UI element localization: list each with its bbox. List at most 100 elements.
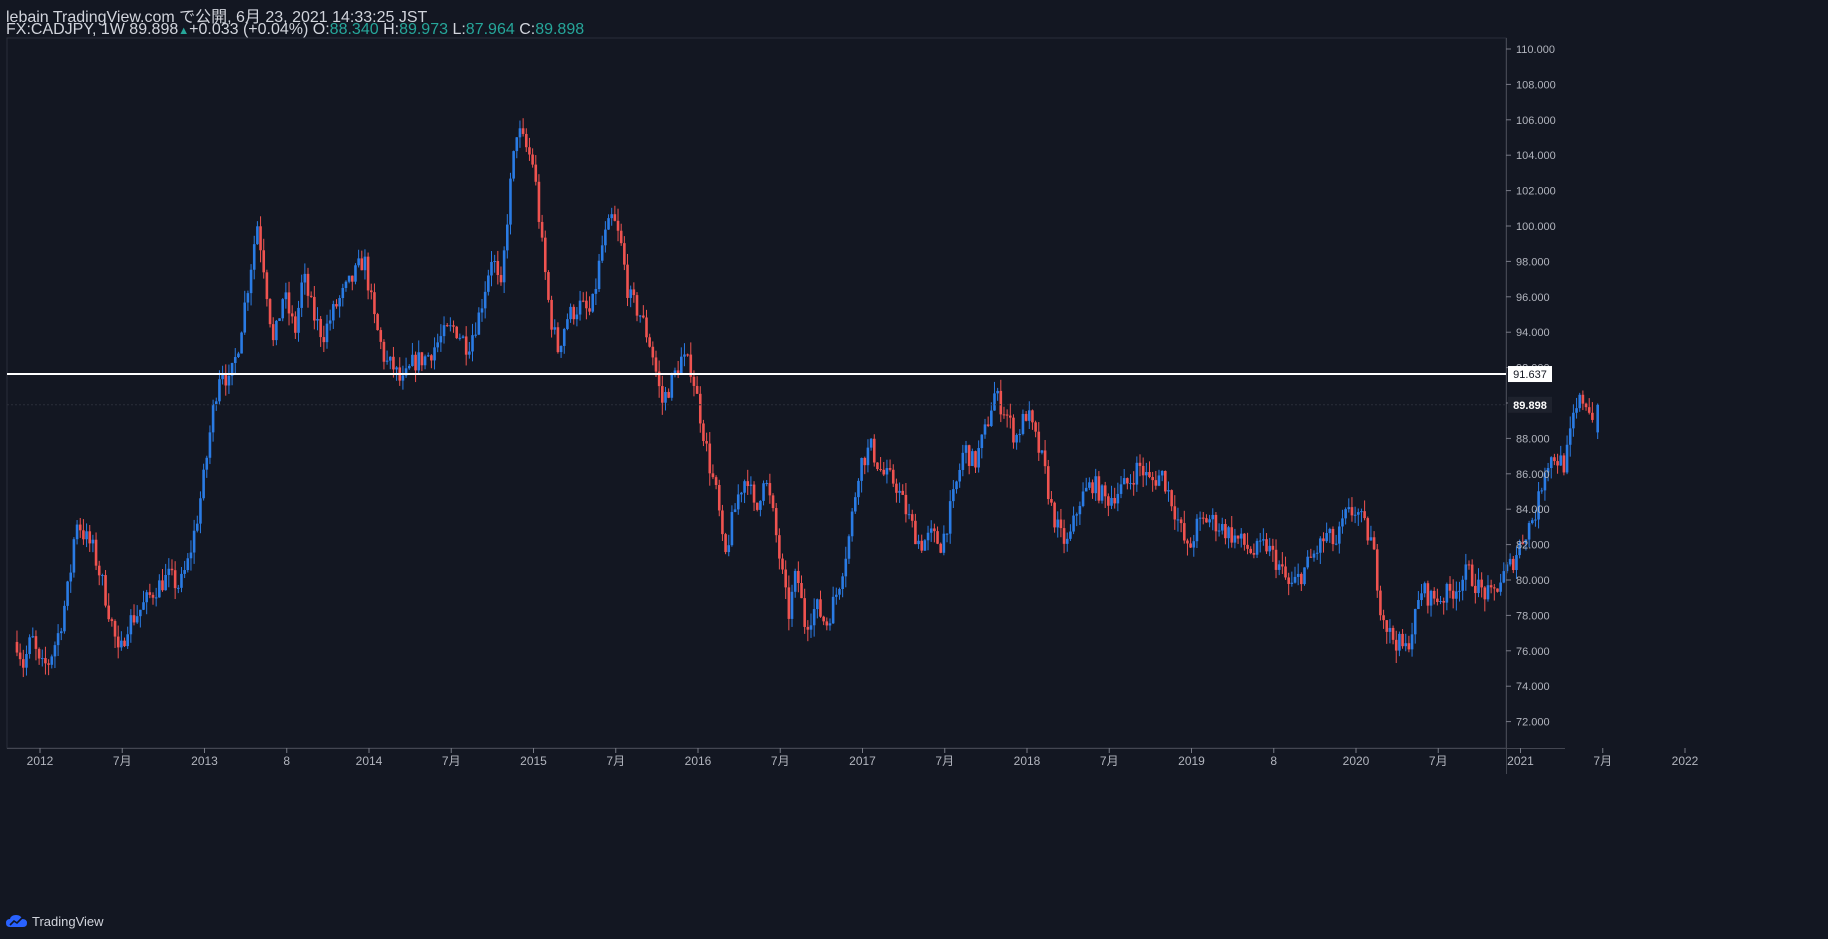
candle-body	[208, 432, 212, 458]
candle-body	[66, 581, 69, 606]
candle-body	[1394, 639, 1398, 651]
candle-body	[638, 315, 642, 317]
candle-body	[354, 265, 357, 282]
candle-body	[1420, 593, 1423, 601]
candle-body	[1227, 527, 1230, 539]
candle-body	[290, 313, 294, 317]
candle-body	[468, 351, 471, 355]
candle-body	[85, 531, 88, 540]
candle-body	[94, 539, 98, 566]
candle-body	[332, 304, 335, 321]
x-tick-label: 2022	[1672, 754, 1699, 768]
candle-body	[1426, 583, 1430, 606]
candle-body	[692, 376, 696, 386]
candle-body	[1315, 552, 1319, 554]
candle-body	[1290, 582, 1294, 584]
candle-body	[471, 335, 474, 352]
candle-body	[822, 616, 825, 622]
candle-body	[1350, 507, 1354, 516]
candle-body	[1356, 512, 1360, 515]
candle-body	[1198, 517, 1202, 519]
candle-body	[490, 261, 493, 276]
candle-body	[787, 587, 791, 619]
candle-body	[1043, 450, 1047, 467]
candle-body	[528, 147, 531, 155]
candle-body	[524, 133, 528, 148]
candle-body	[183, 570, 186, 574]
candle-body	[104, 575, 107, 606]
y-tick-label: 82.000	[1516, 540, 1550, 552]
candle-body	[1439, 600, 1442, 603]
candle-body	[1353, 514, 1357, 516]
candle-body	[1182, 523, 1186, 541]
candle-body	[1499, 582, 1502, 592]
candle-body	[357, 258, 360, 266]
candle-body	[569, 306, 572, 320]
candle-body	[942, 533, 946, 553]
candle-series	[15, 118, 1599, 678]
candle-body	[999, 390, 1003, 415]
candle-body	[923, 540, 927, 551]
candle-body	[578, 300, 582, 315]
candle-body	[1078, 506, 1082, 515]
candle-body	[879, 469, 882, 471]
candle-body	[189, 552, 193, 559]
candle-body	[1012, 417, 1015, 443]
y-tick-label: 106.000	[1516, 115, 1556, 127]
y-tick-label: 76.000	[1516, 646, 1550, 658]
candle-body	[237, 353, 240, 358]
candle-body	[708, 443, 712, 474]
candle-body	[515, 137, 519, 152]
y-tick-label: 80.000	[1516, 575, 1550, 587]
candle-body	[154, 597, 158, 599]
candle-body	[642, 315, 645, 318]
plot-frame	[6, 37, 1507, 749]
candle-body	[509, 178, 512, 225]
x-tick-label: 7月	[771, 754, 790, 768]
candle-body	[1391, 627, 1395, 640]
candle-body	[1100, 485, 1104, 501]
candle-body	[211, 404, 215, 433]
candle-body	[1110, 497, 1113, 506]
candle-body	[869, 438, 873, 448]
candle-body	[812, 609, 816, 626]
candle-body	[487, 275, 490, 292]
candle-body	[407, 365, 411, 369]
candle-body	[1527, 523, 1531, 540]
candle-body	[107, 605, 111, 620]
candle-body	[746, 481, 750, 487]
candle-body	[373, 292, 376, 315]
candle-body	[917, 540, 920, 545]
tradingview-brand[interactable]: TradingView	[6, 911, 104, 931]
candle-body	[316, 318, 319, 321]
candle-body	[958, 469, 961, 482]
last-price-label: 89.898	[1513, 400, 1547, 412]
candle-body	[838, 589, 841, 595]
candle-body	[1281, 564, 1284, 567]
x-tick-label: 7月	[606, 754, 625, 768]
candle-body	[18, 652, 22, 660]
candle-body	[423, 356, 427, 366]
candle-body	[1170, 490, 1173, 507]
candle-body	[88, 531, 92, 544]
candle-body	[749, 484, 753, 487]
candle-body	[765, 483, 769, 485]
candle-body	[1559, 455, 1563, 466]
candle-body	[632, 289, 636, 296]
candle-body	[904, 494, 908, 515]
candle-body	[63, 605, 66, 632]
price-chart[interactable]: 72.000 74.000 76.000 78.000 80.000 82.000 84.0…	[0, 0, 1828, 939]
candle-body	[1312, 553, 1316, 558]
candle-body	[1319, 538, 1322, 553]
candle-body	[679, 356, 683, 375]
x-tick-label: 7月	[442, 754, 461, 768]
candle-body	[1296, 573, 1300, 577]
y-tick-label: 94.000	[1516, 327, 1550, 339]
candle-body	[860, 457, 863, 481]
candle-body	[556, 327, 560, 353]
candle-body	[1274, 549, 1278, 570]
candle-body	[702, 423, 705, 442]
candle-body	[1094, 476, 1098, 494]
horizontal-line-label: 91.637	[1513, 369, 1547, 381]
candle-body	[727, 545, 731, 553]
